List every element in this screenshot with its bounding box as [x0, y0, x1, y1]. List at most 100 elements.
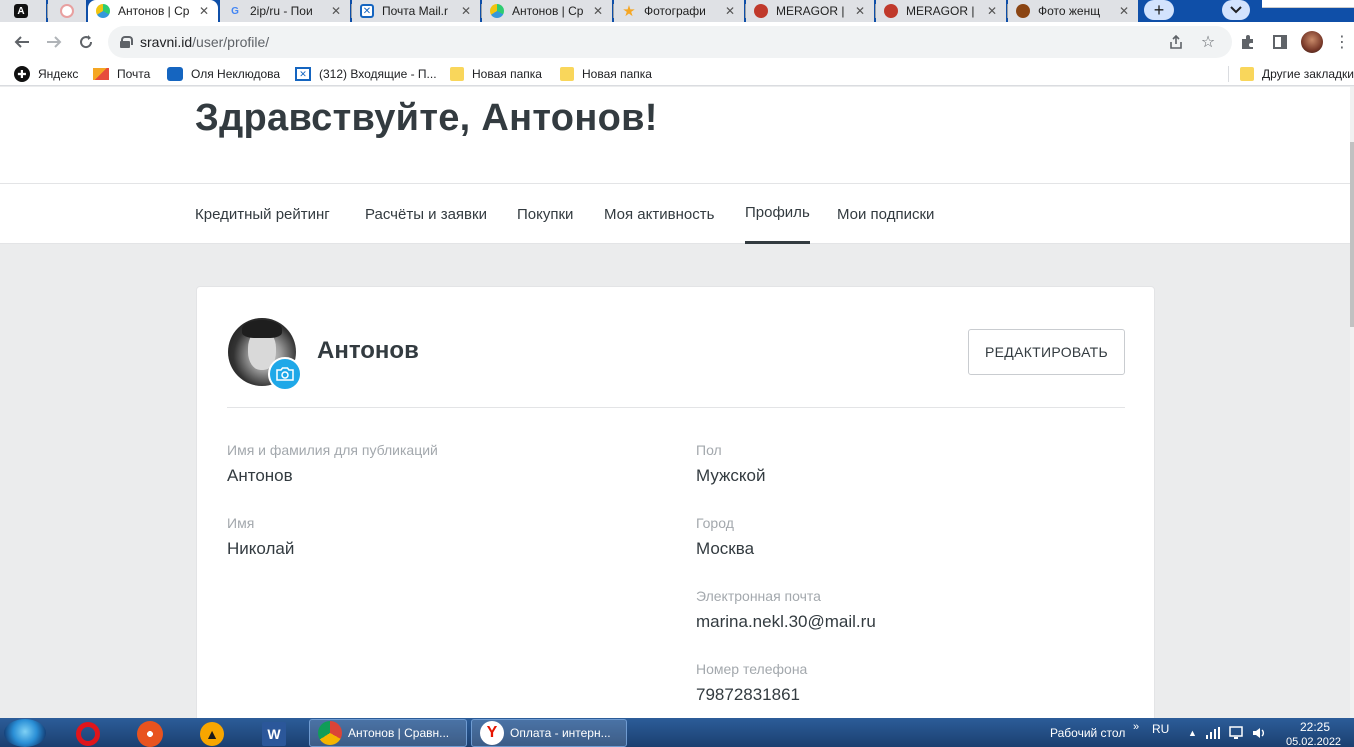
page-scrollbar[interactable]: [1350, 87, 1354, 718]
nav-profile[interactable]: Профиль: [745, 184, 810, 244]
bookmark-inbox[interactable]: ✕ (312) Входящие - П...: [295, 66, 437, 82]
bookmark-folder-1[interactable]: Новая папка: [450, 66, 542, 82]
bookmark-yandex[interactable]: ✚ Яндекс: [14, 66, 78, 82]
bookmark-label: Яндекс: [38, 67, 79, 81]
tab-strip: A Антонов | Ср ✕ G 2ip/ru - Пои ✕ ✕ Почт…: [0, 0, 1354, 22]
field-email: Электронная почта marina.nekl.30@mail.ru: [696, 588, 876, 632]
language-indicator[interactable]: RU: [1152, 714, 1169, 743]
bookmark-label: Почта: [117, 67, 151, 81]
tab-title: Антонов | Ср: [512, 4, 584, 18]
taskbar-task-yandex[interactable]: Y Оплата - интерн...: [471, 719, 627, 747]
tab-5[interactable]: Антонов | Ср ✕: [482, 0, 612, 22]
camera-icon: [276, 367, 294, 381]
meragor-icon: [754, 4, 768, 18]
forward-button[interactable]: [44, 32, 64, 52]
tab-6[interactable]: ★ Фотографи ✕: [614, 0, 744, 22]
lock-icon: [120, 36, 133, 48]
nav-activity[interactable]: Моя активность: [604, 184, 714, 244]
field-value: Николай: [227, 539, 295, 558]
mail-icon: ✕: [295, 67, 311, 81]
field-phone: Номер телефона 79872831861: [696, 661, 807, 705]
scrollbar-thumb[interactable]: [1350, 142, 1354, 327]
nav-purchases[interactable]: Покупки: [517, 184, 573, 244]
nav-credit-rating[interactable]: Кредитный рейтинг: [195, 184, 330, 244]
close-icon[interactable]: ✕: [328, 4, 344, 18]
profile-avatar[interactable]: [1301, 31, 1323, 53]
start-button[interactable]: [4, 719, 46, 747]
tab-0[interactable]: A: [0, 0, 46, 22]
tab-search-button[interactable]: [1222, 0, 1250, 20]
tab-9[interactable]: Фото женщ ✕: [1008, 0, 1138, 22]
nav-subscriptions[interactable]: Мои подписки: [837, 184, 934, 244]
tab-7[interactable]: MERAGOR | ✕: [746, 0, 874, 22]
tab-4[interactable]: ✕ Почта Mail.r ✕: [352, 0, 480, 22]
close-icon[interactable]: ✕: [458, 4, 474, 18]
extensions-icon[interactable]: [1238, 32, 1258, 52]
desktop-toolbar[interactable]: Рабочий стол: [1050, 718, 1125, 747]
bookmarks-bar: ✚ Яндекс Почта Оля Неклюдова ✕ (312) Вхо…: [0, 62, 1354, 86]
profile-name: Антонов: [317, 337, 419, 364]
close-icon[interactable]: ✕: [590, 4, 606, 18]
tab-title: MERAGOR |: [906, 4, 975, 18]
arrow-right-icon: [47, 36, 62, 48]
field-value: Мужской: [696, 466, 766, 485]
tab-1[interactable]: [48, 0, 86, 22]
edit-button[interactable]: РЕДАКТИРОВАТЬ: [968, 329, 1125, 375]
close-icon[interactable]: ✕: [722, 4, 738, 18]
taskbar-task-chrome[interactable]: Антонов | Сравн...: [309, 719, 467, 747]
word-icon[interactable]: W: [254, 720, 294, 747]
divider: [227, 407, 1125, 408]
close-icon[interactable]: ✕: [196, 4, 212, 18]
bookmark-pochta[interactable]: Почта: [93, 66, 150, 82]
url-text[interactable]: sravni.id/user/profile/: [140, 34, 269, 50]
new-tab-button[interactable]: +: [1144, 0, 1174, 20]
url-path: /user/profile/: [192, 34, 270, 50]
bookmark-other[interactable]: Другие закладки: [1240, 66, 1354, 82]
field-value: Антонов: [227, 466, 293, 485]
chevron-right-icon[interactable]: »: [1133, 712, 1139, 741]
volume-icon[interactable]: [1252, 718, 1266, 747]
window-controls[interactable]: [1262, 0, 1354, 8]
field-label: Имя: [227, 515, 255, 531]
mail-icon: ✕: [360, 4, 374, 18]
star-icon: ★: [622, 3, 636, 20]
avast-icon[interactable]: ▲: [192, 720, 232, 747]
folder-icon: [450, 67, 464, 81]
nav-calculations[interactable]: Расчёты и заявки: [365, 184, 487, 244]
tab-2[interactable]: Антонов | Ср ✕: [88, 0, 218, 22]
show-hidden-icons[interactable]: ▲: [1188, 718, 1197, 747]
dog-icon: [1016, 4, 1030, 18]
yandex-icon: ✚: [14, 66, 30, 82]
A-logo-icon: A: [14, 4, 28, 18]
field-value: Москва: [696, 539, 755, 558]
menu-icon[interactable]: ⋮: [1332, 32, 1352, 52]
close-icon[interactable]: ✕: [852, 4, 868, 18]
reload-button[interactable]: [76, 32, 96, 52]
chat-icon: [167, 67, 183, 81]
folder-icon: [560, 67, 574, 81]
sravni-icon: [490, 4, 504, 18]
address-bar[interactable]: sravni.id/user/profile/ ☆: [108, 26, 1232, 58]
opera-icon[interactable]: [68, 720, 108, 747]
share-icon[interactable]: [1168, 34, 1184, 50]
side-panel-icon[interactable]: [1270, 32, 1290, 52]
task-label: Оплата - интерн...: [510, 726, 611, 740]
field-value: 79872831861: [696, 685, 801, 704]
field-value: marina.nekl.30@mail.ru: [696, 612, 876, 631]
close-icon[interactable]: ✕: [984, 4, 1000, 18]
signal-icon[interactable]: [1206, 718, 1220, 747]
bookmark-olya[interactable]: Оля Неклюдова: [167, 66, 280, 82]
clock-date[interactable]: 05.02.2022: [1286, 727, 1341, 747]
change-photo-button[interactable]: [268, 357, 302, 391]
task-label: Антонов | Сравн...: [348, 726, 450, 740]
network-icon[interactable]: [1229, 718, 1243, 747]
film-reel-icon[interactable]: [130, 720, 170, 747]
field-label: Электронная почта: [696, 588, 821, 604]
bookmark-folder-2[interactable]: Новая папка: [560, 66, 652, 82]
bookmark-label: Новая папка: [582, 67, 652, 81]
tab-8[interactable]: MERAGOR | ✕: [876, 0, 1006, 22]
bookmark-star-icon[interactable]: ☆: [1200, 34, 1216, 51]
tab-3[interactable]: G 2ip/ru - Пои ✕: [220, 0, 350, 22]
back-button[interactable]: [12, 32, 32, 52]
close-icon[interactable]: ✕: [1116, 4, 1132, 18]
